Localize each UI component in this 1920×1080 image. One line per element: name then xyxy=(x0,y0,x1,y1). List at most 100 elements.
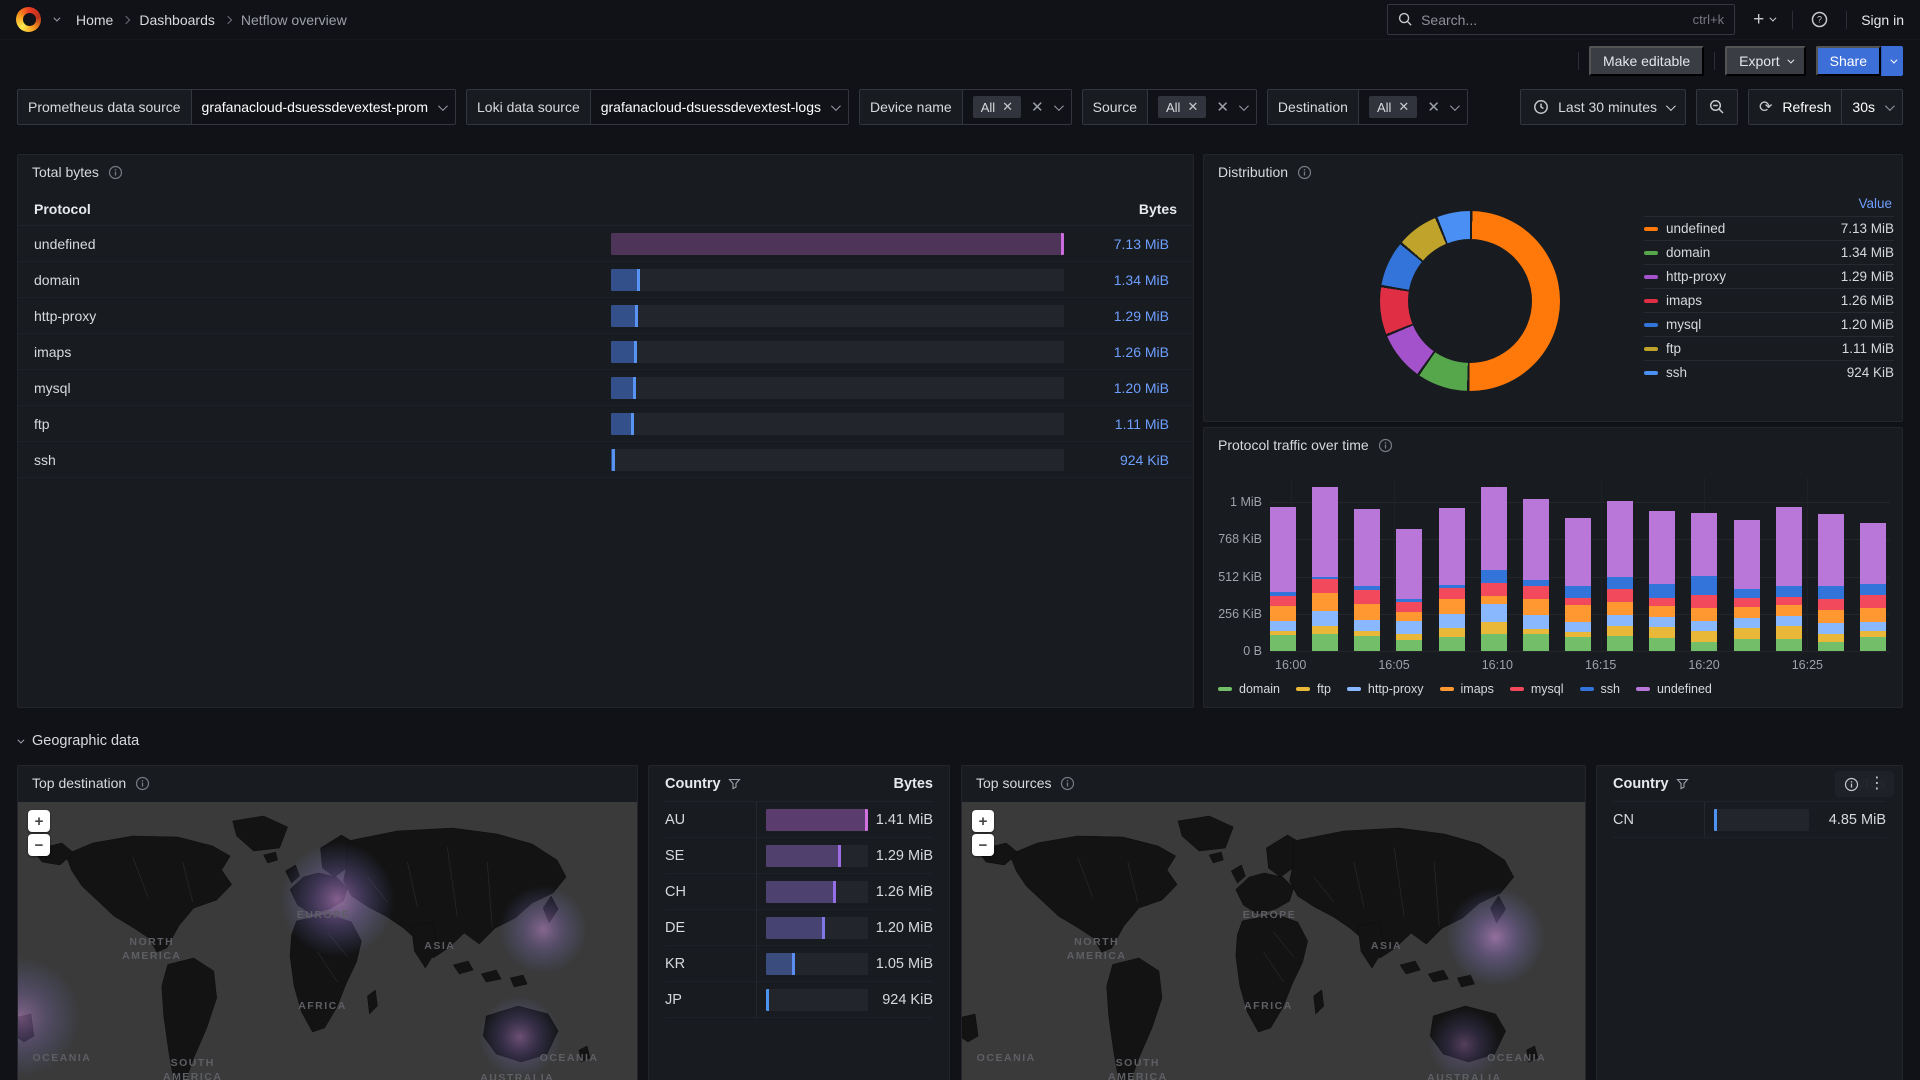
clear-filter-icon[interactable]: ✕ xyxy=(1216,98,1229,116)
legend-item[interactable]: http-proxy xyxy=(1347,682,1424,696)
filter-funnel-icon[interactable] xyxy=(728,778,741,790)
panel-destination-countries: Country Bytes AU1.41 MiBSE1.29 MiBCH1.26… xyxy=(648,765,950,1080)
y-axis-tick: 256 KiB xyxy=(1206,607,1262,621)
legend-value-header[interactable]: Value xyxy=(1644,193,1894,216)
legend-item[interactable]: ftp1.11 MiB xyxy=(1644,336,1894,360)
loki-datasource-select[interactable]: grafanacloud-dsuessdevextest-logs xyxy=(591,90,848,124)
stacked-bar[interactable] xyxy=(1818,514,1844,651)
stacked-bar[interactable] xyxy=(1776,507,1802,651)
bar-segment-mysql xyxy=(1607,589,1633,602)
divider xyxy=(1714,52,1715,70)
destination-geomap[interactable]: + − NORTHAMERICASOUTHAMERICAEUROPEAFRICA… xyxy=(18,802,637,1080)
legend-item[interactable]: ssh924 KiB xyxy=(1644,360,1894,384)
stacked-bar[interactable] xyxy=(1607,501,1633,651)
column-header-protocol[interactable]: Protocol xyxy=(34,201,611,217)
country-cell: AU xyxy=(665,802,757,837)
refresh-button[interactable]: ⟳ Refresh xyxy=(1749,90,1842,124)
sources-geomap[interactable]: + − NORTHAMERICASOUTHAMERICAEUROPEAFRICA… xyxy=(962,802,1585,1080)
legend-item[interactable]: ftp xyxy=(1296,682,1331,696)
stacked-bar[interactable] xyxy=(1649,511,1675,651)
search-box[interactable]: ctrl+k xyxy=(1387,4,1735,35)
source-filter-value[interactable]: All✕ ✕ xyxy=(1148,90,1256,124)
breadcrumb-home[interactable]: Home xyxy=(76,12,113,28)
make-editable-button[interactable]: Make editable xyxy=(1589,46,1704,76)
refresh-interval-select[interactable]: 30s xyxy=(1842,90,1902,124)
remove-chip-icon[interactable]: ✕ xyxy=(1187,99,1198,115)
stacked-bar[interactable] xyxy=(1523,499,1549,651)
share-button[interactable]: Share xyxy=(1816,46,1881,76)
bar-segment-imaps xyxy=(1270,606,1296,621)
bar-segment-http-proxy xyxy=(1565,622,1591,632)
info-icon[interactable] xyxy=(1378,438,1393,453)
share-menu-chevron[interactable] xyxy=(1881,46,1903,76)
destination-filter-value[interactable]: All✕ ✕ xyxy=(1359,90,1467,124)
info-icon[interactable] xyxy=(1297,165,1312,180)
remove-chip-icon[interactable]: ✕ xyxy=(1002,99,1013,115)
stacked-bar[interactable] xyxy=(1734,520,1760,651)
info-icon[interactable] xyxy=(1060,776,1075,791)
device-name-filter-value[interactable]: All✕ ✕ xyxy=(963,90,1071,124)
legend-item[interactable]: http-proxy1.29 MiB xyxy=(1644,264,1894,288)
clear-filter-icon[interactable]: ✕ xyxy=(1031,98,1044,116)
filter-chip-all[interactable]: All✕ xyxy=(1158,96,1206,118)
map-zoom-out-button[interactable]: − xyxy=(28,834,50,856)
column-header-bytes[interactable]: Bytes xyxy=(1064,201,1177,217)
donut-chart[interactable] xyxy=(1380,211,1560,391)
stacked-bar[interactable] xyxy=(1312,487,1338,651)
stacked-bar[interactable] xyxy=(1270,507,1296,651)
stacked-bar[interactable] xyxy=(1565,518,1591,651)
time-range-picker[interactable]: Last 30 minutes xyxy=(1520,89,1686,125)
info-icon[interactable] xyxy=(1844,777,1859,792)
bar-segment-mysql xyxy=(1818,599,1844,610)
help-button[interactable]: ? xyxy=(1807,7,1832,32)
column-header-bytes[interactable]: Bytes xyxy=(868,776,933,792)
legend-item[interactable]: domain1.34 MiB xyxy=(1644,240,1894,264)
legend-item[interactable]: mysql1.20 MiB xyxy=(1644,312,1894,336)
sign-in-button[interactable]: Sign in xyxy=(1861,12,1904,28)
legend-item[interactable]: mysql xyxy=(1510,682,1564,696)
table-row: AU1.41 MiB xyxy=(665,802,933,838)
legend-item[interactable]: imaps1.26 MiB xyxy=(1644,288,1894,312)
filter-chip-all[interactable]: All✕ xyxy=(973,96,1021,118)
legend-swatch-icon xyxy=(1644,371,1658,375)
filter-funnel-icon[interactable] xyxy=(1676,778,1689,790)
info-icon[interactable] xyxy=(135,776,150,791)
add-new-button[interactable]: + xyxy=(1749,6,1778,33)
stacked-bar[interactable] xyxy=(1860,523,1886,651)
device-name-filter-label: Device name xyxy=(860,90,963,124)
panel-menu-icon[interactable]: ⋮ xyxy=(1869,776,1885,792)
bar-gauge-fill xyxy=(766,845,841,867)
org-switcher-chevron-icon[interactable] xyxy=(53,15,60,22)
info-icon[interactable] xyxy=(108,165,123,180)
clear-filter-icon[interactable]: ✕ xyxy=(1427,98,1440,116)
section-geographic-data[interactable]: Geographic data xyxy=(17,733,139,749)
stacked-bar[interactable] xyxy=(1439,508,1465,651)
svg-text:AMERICA: AMERICA xyxy=(1108,1071,1168,1080)
legend-item[interactable]: undefined xyxy=(1636,682,1712,696)
grafana-logo[interactable] xyxy=(16,7,41,32)
remove-chip-icon[interactable]: ✕ xyxy=(1398,99,1409,115)
svg-text:AFRICA: AFRICA xyxy=(1244,1000,1293,1012)
stacked-bar[interactable] xyxy=(1396,529,1422,651)
time-zoom-out-button[interactable] xyxy=(1696,89,1738,125)
bytes-value: 1.11 MiB xyxy=(1064,416,1177,432)
legend-item[interactable]: ssh xyxy=(1580,682,1620,696)
stacked-bar[interactable] xyxy=(1691,513,1717,651)
export-button[interactable]: Export xyxy=(1725,46,1805,76)
map-zoom-out-button[interactable]: − xyxy=(972,834,994,856)
filter-chip-all[interactable]: All✕ xyxy=(1369,96,1417,118)
legend-item[interactable]: undefined7.13 MiB xyxy=(1644,216,1894,240)
search-input[interactable] xyxy=(1421,12,1685,28)
legend-item[interactable]: imaps xyxy=(1440,682,1494,696)
stacked-bar[interactable] xyxy=(1354,509,1380,651)
stacked-bar[interactable] xyxy=(1481,487,1507,651)
breadcrumb-dashboards[interactable]: Dashboards xyxy=(139,12,215,28)
stacked-bar-chart[interactable] xyxy=(1270,478,1890,651)
column-header-country[interactable]: Country xyxy=(665,776,757,792)
map-zoom-in-button[interactable]: + xyxy=(28,810,50,832)
map-zoom-in-button[interactable]: + xyxy=(972,810,994,832)
column-header-country[interactable]: Country xyxy=(1613,776,1705,792)
legend-item[interactable]: domain xyxy=(1218,682,1280,696)
bar-segment-domain xyxy=(1523,634,1549,651)
prometheus-datasource-select[interactable]: grafanacloud-dsuessdevextest-prom xyxy=(192,90,455,124)
